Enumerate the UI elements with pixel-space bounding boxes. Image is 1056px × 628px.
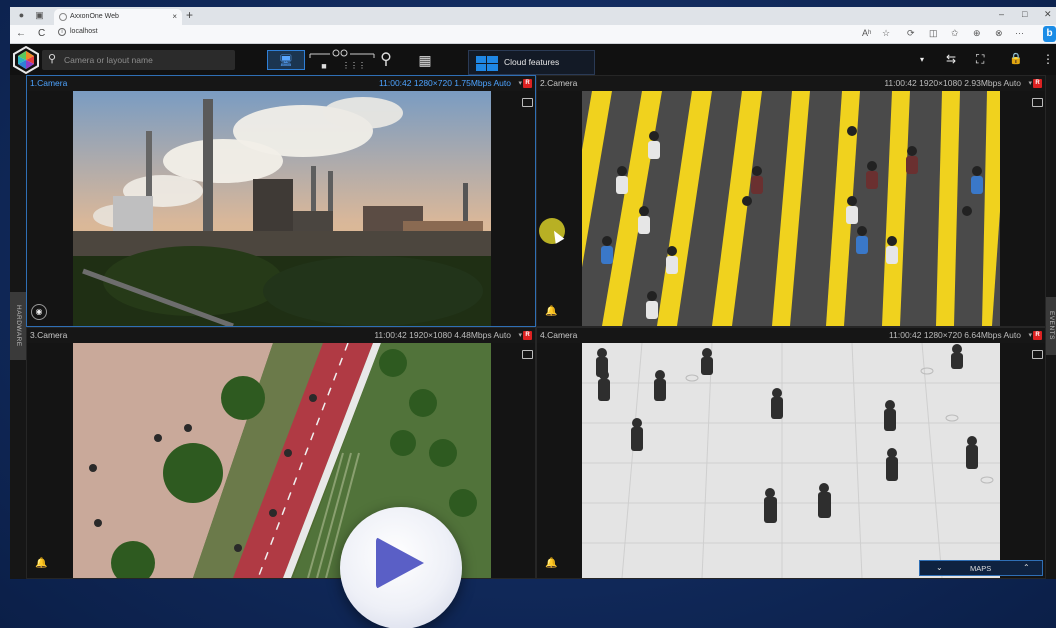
camera-tile-1[interactable]: 1.Camera 11:00:42 1280×720 1.75Mbps Auto… (26, 75, 536, 327)
back-button[interactable]: ← (16, 28, 26, 39)
camera-mode-button[interactable]: ■ (314, 56, 334, 76)
camera-name-1: 1.Camera (30, 78, 68, 88)
new-tab-button[interactable]: + (186, 8, 193, 22)
grid-icon: ⋮⋮⋮ (342, 61, 366, 70)
camera-stream-info-4: 11:00:42 1280×720 6.64Mbps Auto (889, 330, 1021, 340)
camera-header-3: 3.Camera 11:00:42 1920×1080 4.48Mbps Aut… (27, 328, 535, 343)
hardware-panel-tab[interactable]: HARDWARE (10, 292, 26, 360)
camera-name-4: 4.Camera (540, 330, 578, 340)
camera-stream-info-2: 11:00:42 1920×1080 2.93Mbps Auto (884, 78, 1021, 88)
cloud-features-label: Cloud features (504, 57, 560, 67)
camera-tile-3[interactable]: 3.Camera 11:00:42 1920×1080 4.48Mbps Aut… (26, 327, 536, 579)
url-field[interactable]: localhost (70, 28, 98, 35)
camera-search-input[interactable]: ⚲ Camera or layout name (42, 50, 235, 70)
recording-badge-3: R (523, 331, 532, 340)
camera-video-2[interactable] (582, 91, 1000, 326)
snapshot-icon-3[interactable] (522, 350, 533, 359)
favorites-bar-icon[interactable]: ✩ (951, 28, 959, 39)
recording-badge-2: R (1033, 79, 1042, 88)
maps-collapse-icon[interactable]: ⌄ (936, 563, 943, 572)
fullscreen-icon[interactable]: ⛶ (976, 52, 984, 67)
snapshot-icon-1[interactable] (522, 98, 533, 107)
grid-view-button[interactable]: ⋮⋮⋮ (342, 56, 366, 76)
app-toolbar: ⚲ Camera or layout name 🖥 ■ ⋮⋮⋮ ⚲ ▦ Clou… (10, 44, 1056, 75)
lock-icon[interactable]: 🔒 (1009, 52, 1023, 65)
close-window-button[interactable]: ✕ (1044, 9, 1052, 20)
refresh-extension-icon[interactable]: ⟳ (907, 28, 915, 39)
camera-tile-2[interactable]: 2.Camera 11:00:42 1920×1080 2.93Mbps Aut… (536, 75, 1046, 327)
cloud-features-button[interactable]: Cloud features (468, 50, 595, 75)
alarm-bell-icon-2[interactable]: 🔔 (545, 306, 557, 317)
profile-icon[interactable]: ● (16, 10, 27, 21)
site-info-icon[interactable]: i (58, 28, 66, 36)
layouts-icon: ▦ (418, 52, 432, 68)
minimize-button[interactable]: – (999, 9, 1004, 19)
address-bar: ← C i localhost Aʰ ☆ ⟳ ◫ ✩ ⊕ ⊗ ··· b (10, 25, 1056, 44)
extensions-icon[interactable]: ⊗ (995, 28, 1003, 39)
maps-expand-icon[interactable]: ⌃ (1023, 563, 1030, 572)
play-icon (376, 537, 424, 589)
recording-badge-1: R (523, 79, 532, 88)
camera-menu-icon-3[interactable]: ▾ (518, 328, 522, 343)
magnifier-icon: ⚲ (380, 51, 392, 68)
layout-dropdown-icon[interactable]: ▾ (920, 55, 924, 64)
monitoring-mode-button[interactable]: 🖥 (267, 50, 305, 70)
camera-stream-info-1: 11:00:42 1280×720 1.75Mbps Auto (379, 78, 511, 88)
collections-icon[interactable]: ⊕ (973, 28, 981, 39)
camera-tile-4[interactable]: 4.Camera 11:00:42 1280×720 6.64Mbps Auto… (536, 327, 1046, 579)
camera-stream-info-3: 11:00:42 1920×1080 4.48Mbps Auto (374, 330, 511, 340)
snapshot-icon-2[interactable] (1032, 98, 1043, 107)
tab-actions-icon[interactable]: ▣ (34, 10, 45, 21)
camera-header-4: 4.Camera 11:00:42 1280×720 6.64Mbps Auto… (537, 328, 1045, 343)
app-menu-icon[interactable]: ⋮ (1042, 52, 1054, 66)
camera-header-2: 2.Camera 11:00:42 1920×1080 2.93Mbps Aut… (537, 76, 1045, 91)
split-screen-icon[interactable]: ◫ (929, 28, 938, 39)
camera-menu-icon-2[interactable]: ▾ (1028, 76, 1032, 91)
video-play-button[interactable] (340, 507, 462, 628)
snapshot-icon-4[interactable] (1032, 350, 1043, 359)
camera-header-1: 1.Camera 11:00:42 1280×720 1.75Mbps Auto… (27, 76, 535, 91)
maps-label: MAPS (970, 564, 992, 573)
maximize-button[interactable]: □ (1022, 9, 1027, 19)
tab-title: AxxonOne Web (70, 13, 119, 20)
video-layout-grid: 1.Camera 11:00:42 1280×720 1.75Mbps Auto… (10, 75, 1056, 579)
events-panel-tab[interactable]: EVENTS (1046, 297, 1056, 355)
more-menu-icon[interactable]: ··· (1015, 28, 1024, 38)
browser-tab[interactable]: AxxonOne Web × (54, 9, 182, 25)
tab-close-icon[interactable]: × (172, 9, 177, 25)
camera-name-2: 2.Camera (540, 78, 578, 88)
alarm-bell-icon-3[interactable]: 🔔 (35, 558, 47, 569)
browser-window: ● ▣ AxxonOne Web × + – □ ✕ ← C i localho… (10, 7, 1056, 579)
cursor-highlight (539, 218, 565, 244)
tab-favicon-icon (59, 13, 67, 21)
camera-icon: ■ (321, 61, 327, 71)
camera-video-1[interactable] (73, 91, 491, 326)
maps-panel-toggle[interactable]: ⌄ MAPS ⌃ (919, 560, 1043, 576)
recording-badge-4: R (1033, 331, 1042, 340)
share-icon[interactable]: ⇆ (946, 52, 956, 66)
layouts-button[interactable]: ▦ (414, 50, 436, 70)
alarm-bell-icon-4[interactable]: 🔔 (545, 558, 557, 569)
browser-tab-bar: ● ▣ AxxonOne Web × + – □ ✕ (10, 7, 1056, 25)
cloud-grid-icon (476, 56, 498, 71)
search-mode-button[interactable]: ⚲ (374, 50, 398, 70)
monitor-icon: 🖥 (279, 55, 293, 67)
axxon-logo-icon (13, 46, 39, 74)
bing-copilot-icon[interactable]: b (1043, 26, 1056, 42)
camera-video-4[interactable] (582, 343, 1000, 578)
reload-button[interactable]: C (38, 28, 45, 39)
favorite-icon[interactable]: ☆ (882, 28, 890, 39)
camera-name-3: 3.Camera (30, 330, 68, 340)
search-placeholder: Camera or layout name (64, 55, 153, 65)
camera-menu-icon-4[interactable]: ▾ (1028, 328, 1032, 343)
search-icon: ⚲ (48, 53, 57, 65)
alarm-icon-1[interactable]: ◉ (31, 304, 47, 320)
read-aloud-icon[interactable]: Aʰ (862, 28, 871, 38)
camera-menu-icon-1[interactable]: ▾ (518, 76, 522, 91)
